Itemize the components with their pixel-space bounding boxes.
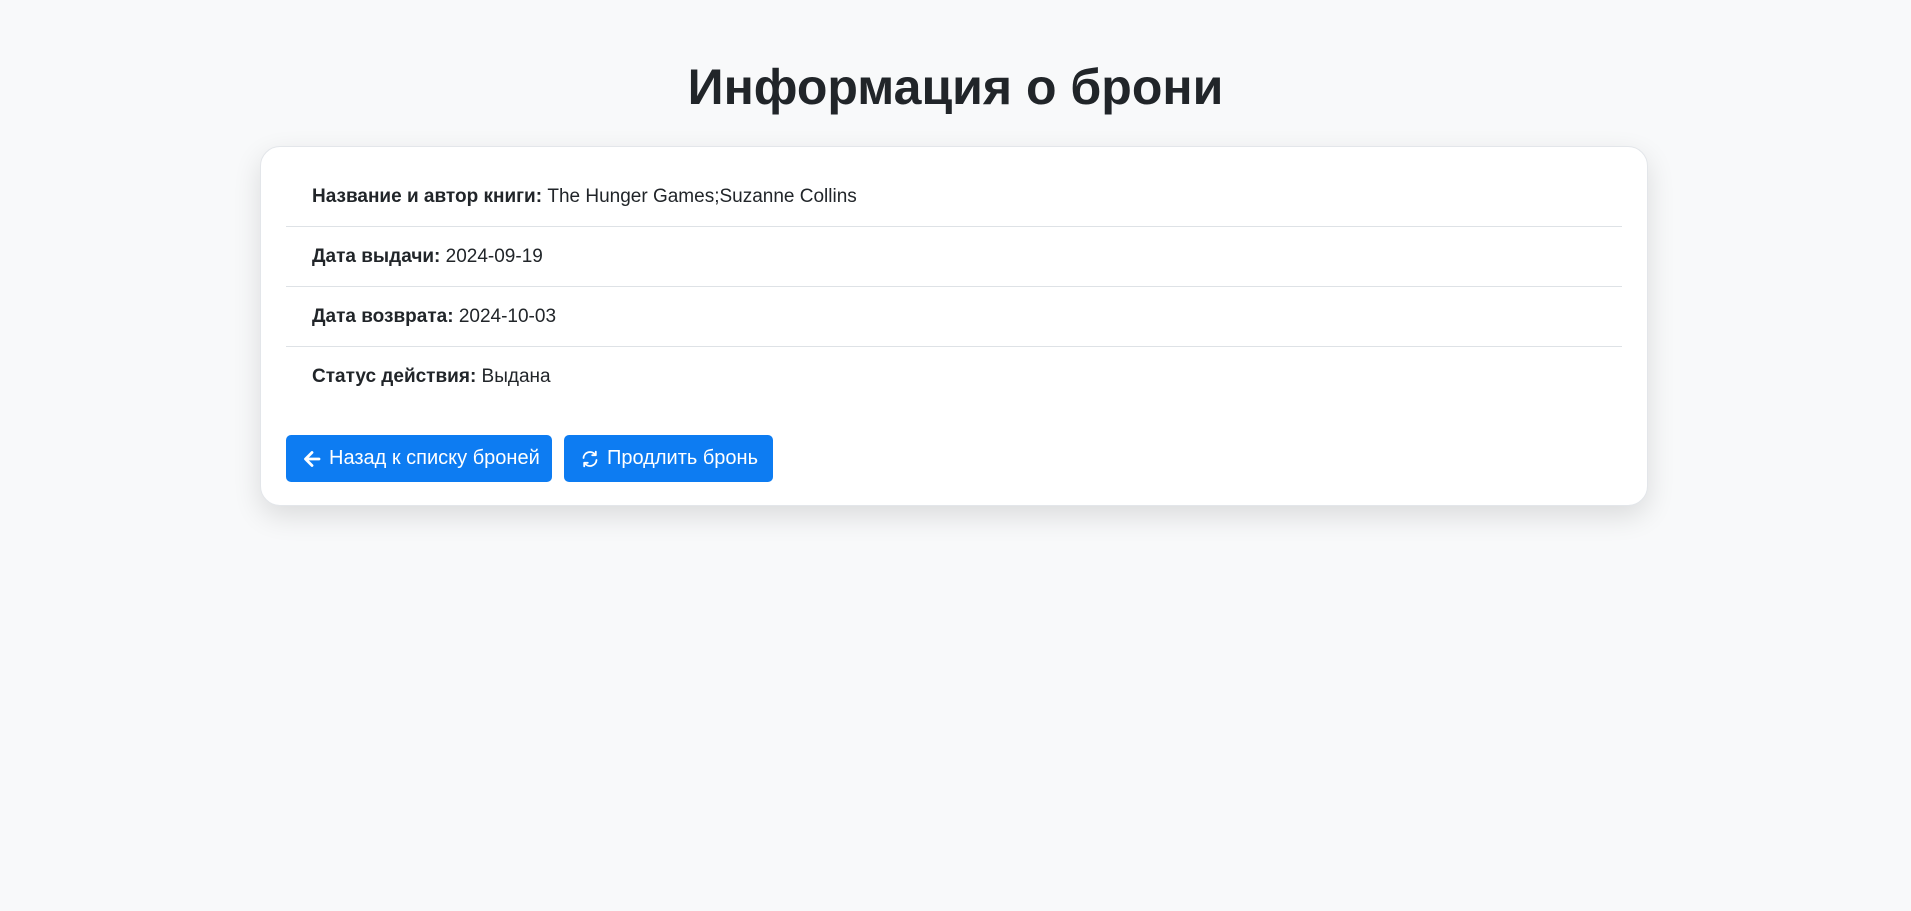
detail-label: Дата возврата: <box>312 306 454 327</box>
detail-value: The Hunger Games;Suzanne Collins <box>547 186 857 207</box>
back-to-reservations-button[interactable]: Назад к списку броней <box>286 435 552 482</box>
back-button-label: Назад к списку броней <box>329 447 540 469</box>
detail-status: Статус действия: Выдана <box>286 347 1622 407</box>
detail-value: 2024-10-03 <box>458 306 557 327</box>
detail-label: Статус действия: <box>312 366 477 387</box>
detail-value: Выдана <box>481 366 551 387</box>
reservation-card: Название и автор книги: The Hunger Games… <box>260 146 1648 506</box>
extend-button-label: Продлить бронь <box>607 447 758 469</box>
detail-book-title-author: Название и автор книги: The Hunger Games… <box>286 167 1622 227</box>
detail-issue-date: Дата выдачи: 2024-09-19 <box>286 227 1622 287</box>
page: Информация о брони Название и автор книг… <box>0 0 1911 911</box>
reservation-details-list: Название и автор книги: The Hunger Games… <box>286 167 1622 407</box>
detail-value: 2024-09-19 <box>445 246 543 267</box>
refresh-icon <box>580 449 600 469</box>
detail-label: Дата выдачи: <box>312 246 441 267</box>
detail-label: Название и автор книги: <box>312 186 543 207</box>
page-title: Информация о брони <box>687 59 1224 115</box>
arrow-left-icon <box>302 449 322 469</box>
detail-return-date: Дата возврата: 2024-10-03 <box>286 287 1622 347</box>
extend-reservation-button[interactable]: Продлить бронь <box>564 435 773 482</box>
